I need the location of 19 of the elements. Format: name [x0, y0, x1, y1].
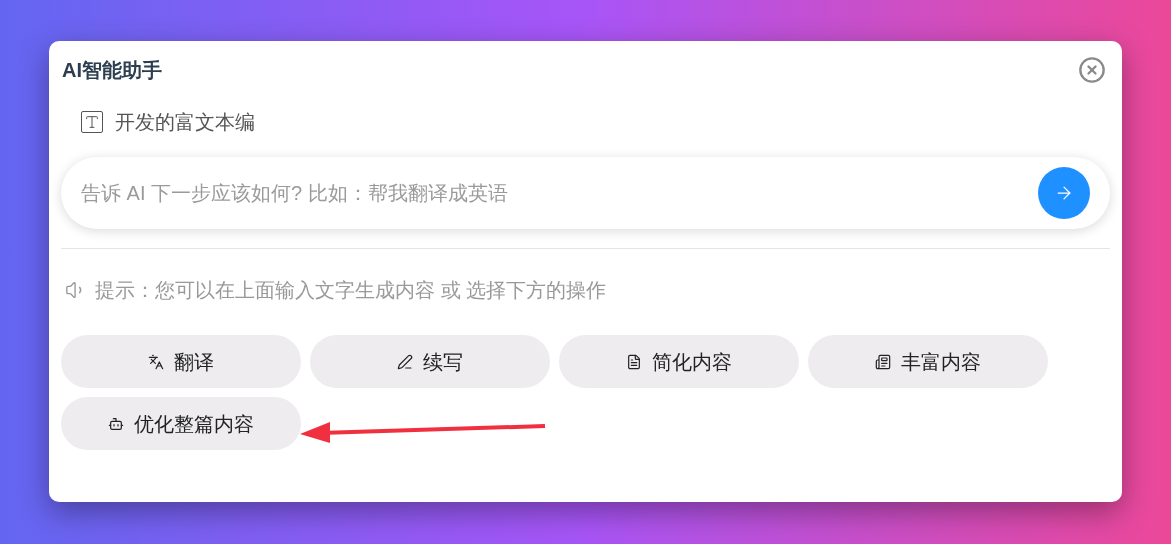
action-button[interactable]: 优化整篇内容	[61, 397, 301, 450]
close-icon	[1078, 56, 1106, 84]
action-button[interactable]: 简化内容	[559, 335, 799, 388]
document-icon	[626, 353, 642, 370]
robot-icon	[108, 415, 124, 432]
action-button[interactable]: 丰富内容	[808, 335, 1048, 388]
prompt-field[interactable]: 告诉 AI 下一步应该如何? 比如：帮我翻译成英语	[61, 157, 1110, 229]
action-button[interactable]: 翻译	[61, 335, 301, 388]
dialog-title: AI智能助手	[62, 58, 162, 83]
newspaper-icon	[875, 353, 891, 370]
selected-text: 开发的富文本编	[115, 110, 255, 135]
prompt-input[interactable]: 告诉 AI 下一步应该如何? 比如：帮我翻译成英语	[81, 178, 1038, 208]
pen-icon	[397, 353, 413, 370]
text-icon	[81, 111, 103, 133]
close-button[interactable]	[1078, 56, 1106, 84]
translate-icon	[148, 353, 164, 370]
send-button[interactable]	[1038, 167, 1090, 219]
action-button[interactable]: 续写	[310, 335, 550, 388]
hint-text: 提示：您可以在上面输入文字生成内容 或 选择下方的操作	[95, 278, 607, 303]
